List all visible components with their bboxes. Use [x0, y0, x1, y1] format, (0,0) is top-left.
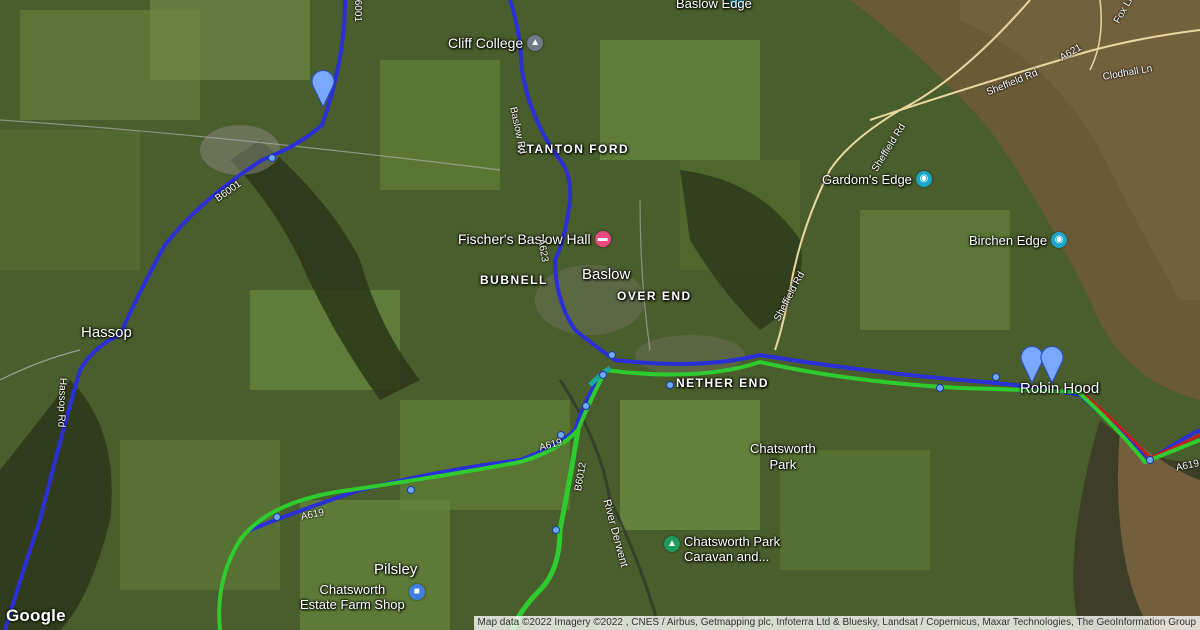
place-label: Birchen Edge: [969, 232, 1048, 248]
camera-icon: ◉: [915, 171, 932, 187]
satellite-map[interactable]: Cliff College ▲ STANTON FORD Fischer's B…: [0, 0, 1200, 630]
place-label: Gardom's Edge: [822, 171, 912, 187]
map-attribution[interactable]: Map data ©2022 Imagery ©2022 , CNES / Ai…: [473, 616, 1200, 630]
place-label: Chatsworth Estate Farm Shop: [300, 582, 405, 612]
graduation-cap-icon: ▲: [527, 35, 544, 51]
place-label: OVER END: [617, 289, 692, 303]
place-label: Pilsley: [374, 561, 418, 578]
poi-gardoms-edge[interactable]: Gardom's Edge ◉: [822, 171, 932, 187]
place-label: STANTON FORD: [517, 142, 630, 156]
shopping-bag-icon: ■: [408, 584, 425, 600]
map-pin-icon[interactable]: [1039, 342, 1065, 384]
place-label: Cliff College: [448, 35, 524, 51]
place-label: NETHER END: [676, 376, 770, 390]
google-logo: Google: [6, 606, 66, 625]
road-label: B6001: [351, 0, 363, 22]
place-label: Baslow Edge: [676, 0, 752, 11]
poi-chatsworth-farm-shop[interactable]: Chatsworth Estate Farm Shop ■: [300, 582, 425, 612]
camera-icon: ◉: [1051, 232, 1068, 248]
poi-cliff-college[interactable]: Cliff College ▲: [448, 35, 544, 51]
place-label: Chatsworth Park: [750, 441, 816, 472]
place-label: Fischer's Baslow Hall: [458, 231, 591, 247]
map-pin-icon[interactable]: [310, 66, 336, 108]
road-label: Hassop Rd: [55, 377, 68, 428]
bed-icon: ▬: [594, 231, 611, 247]
place-label: Chatsworth Park Caravan and...: [684, 534, 781, 564]
place-label: Robin Hood: [1020, 380, 1100, 397]
place-label: Baslow: [582, 266, 631, 283]
poi-birchen-edge[interactable]: Birchen Edge ◉: [969, 232, 1068, 248]
map-imagery: [0, 0, 1200, 630]
place-label: BUBNELL: [480, 273, 548, 287]
tent-icon: ▲: [664, 536, 680, 552]
poi-chatsworth-caravan[interactable]: ▲ Chatsworth Park Caravan and...: [664, 534, 780, 564]
place-label: Hassop: [81, 324, 132, 341]
